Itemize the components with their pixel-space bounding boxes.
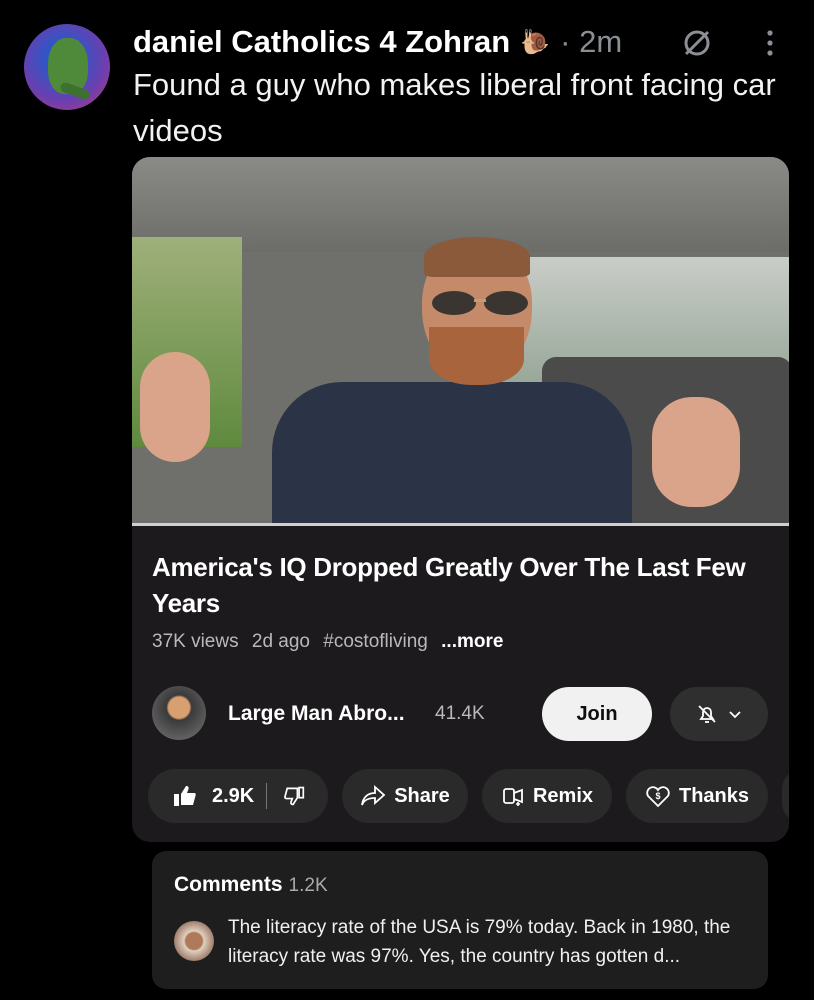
thumbs-down-icon[interactable] — [283, 785, 305, 807]
thanks-button[interactable]: $ Thanks — [626, 769, 768, 823]
commenter-avatar[interactable] — [174, 921, 214, 961]
like-dislike-group: 2.9K — [148, 769, 328, 823]
channel-avatar[interactable] — [152, 686, 206, 740]
post-text: Found a guy who makes liberal front faci… — [133, 67, 776, 148]
video-hashtag[interactable]: #costofliving — [323, 631, 428, 652]
video-views: 37K views — [152, 631, 239, 652]
remix-label: Remix — [532, 784, 594, 807]
video-thumbnail[interactable] — [132, 157, 789, 526]
remix-button[interactable]: Remix — [482, 769, 612, 823]
video-title[interactable]: America's IQ Dropped Greatly Over The La… — [152, 549, 777, 621]
author-name[interactable]: daniel Catholics 4 Zohran — [133, 24, 510, 60]
comments-label: Comments — [174, 873, 283, 896]
more-vertical-icon[interactable] — [760, 26, 780, 60]
person-shirt — [272, 382, 632, 526]
channel-subscribers: 41.4K — [435, 703, 485, 724]
share-button[interactable]: Share — [342, 769, 468, 823]
video-progress-bar[interactable] — [132, 523, 789, 526]
comments-header: Comments 1.2K — [174, 873, 328, 897]
thanks-label: Thanks — [678, 784, 750, 807]
thumbs-up-icon[interactable] — [172, 783, 198, 809]
notifications-button[interactable] — [670, 687, 768, 741]
video-card[interactable]: America's IQ Dropped Greatly Over The La… — [132, 157, 789, 842]
bell-off-icon — [698, 705, 716, 723]
hide-post-icon[interactable] — [680, 26, 714, 60]
video-meta: 37K views 2d ago #costofliving ...more — [152, 631, 511, 653]
person-hair — [424, 237, 530, 277]
post-time: · 2m — [560, 24, 623, 59]
share-arrow-icon — [361, 785, 386, 806]
person-right-fist — [652, 397, 740, 507]
overflow-action-pill[interactable] — [782, 769, 789, 823]
post-header: daniel Catholics 4 Zohran 🐌 · 2m — [133, 22, 622, 62]
comments-preview[interactable]: Comments 1.2K The literacy rate of the US… — [152, 851, 768, 989]
svg-text:$: $ — [655, 791, 660, 801]
chevron-down-icon — [729, 711, 741, 719]
like-divider — [266, 783, 268, 809]
more-link[interactable]: ...more — [441, 631, 503, 652]
person-left-fist — [140, 352, 210, 462]
author-emoji: 🐌 — [520, 28, 551, 56]
thanks-heart-icon: $ — [646, 786, 670, 808]
share-label: Share — [394, 784, 450, 807]
video-age: 2d ago — [251, 631, 311, 652]
comments-count: 1.2K — [288, 875, 328, 896]
like-count[interactable]: 2.9K — [212, 785, 254, 808]
author-avatar[interactable] — [24, 24, 110, 110]
person-beard — [429, 327, 524, 385]
channel-name[interactable]: Large Man Abro... — [228, 702, 405, 726]
top-comment-text: The literacy rate of the USA is 79% toda… — [228, 917, 731, 967]
remix-icon — [503, 788, 523, 806]
sunglasses — [432, 291, 528, 315]
join-button[interactable]: Join — [542, 687, 652, 741]
